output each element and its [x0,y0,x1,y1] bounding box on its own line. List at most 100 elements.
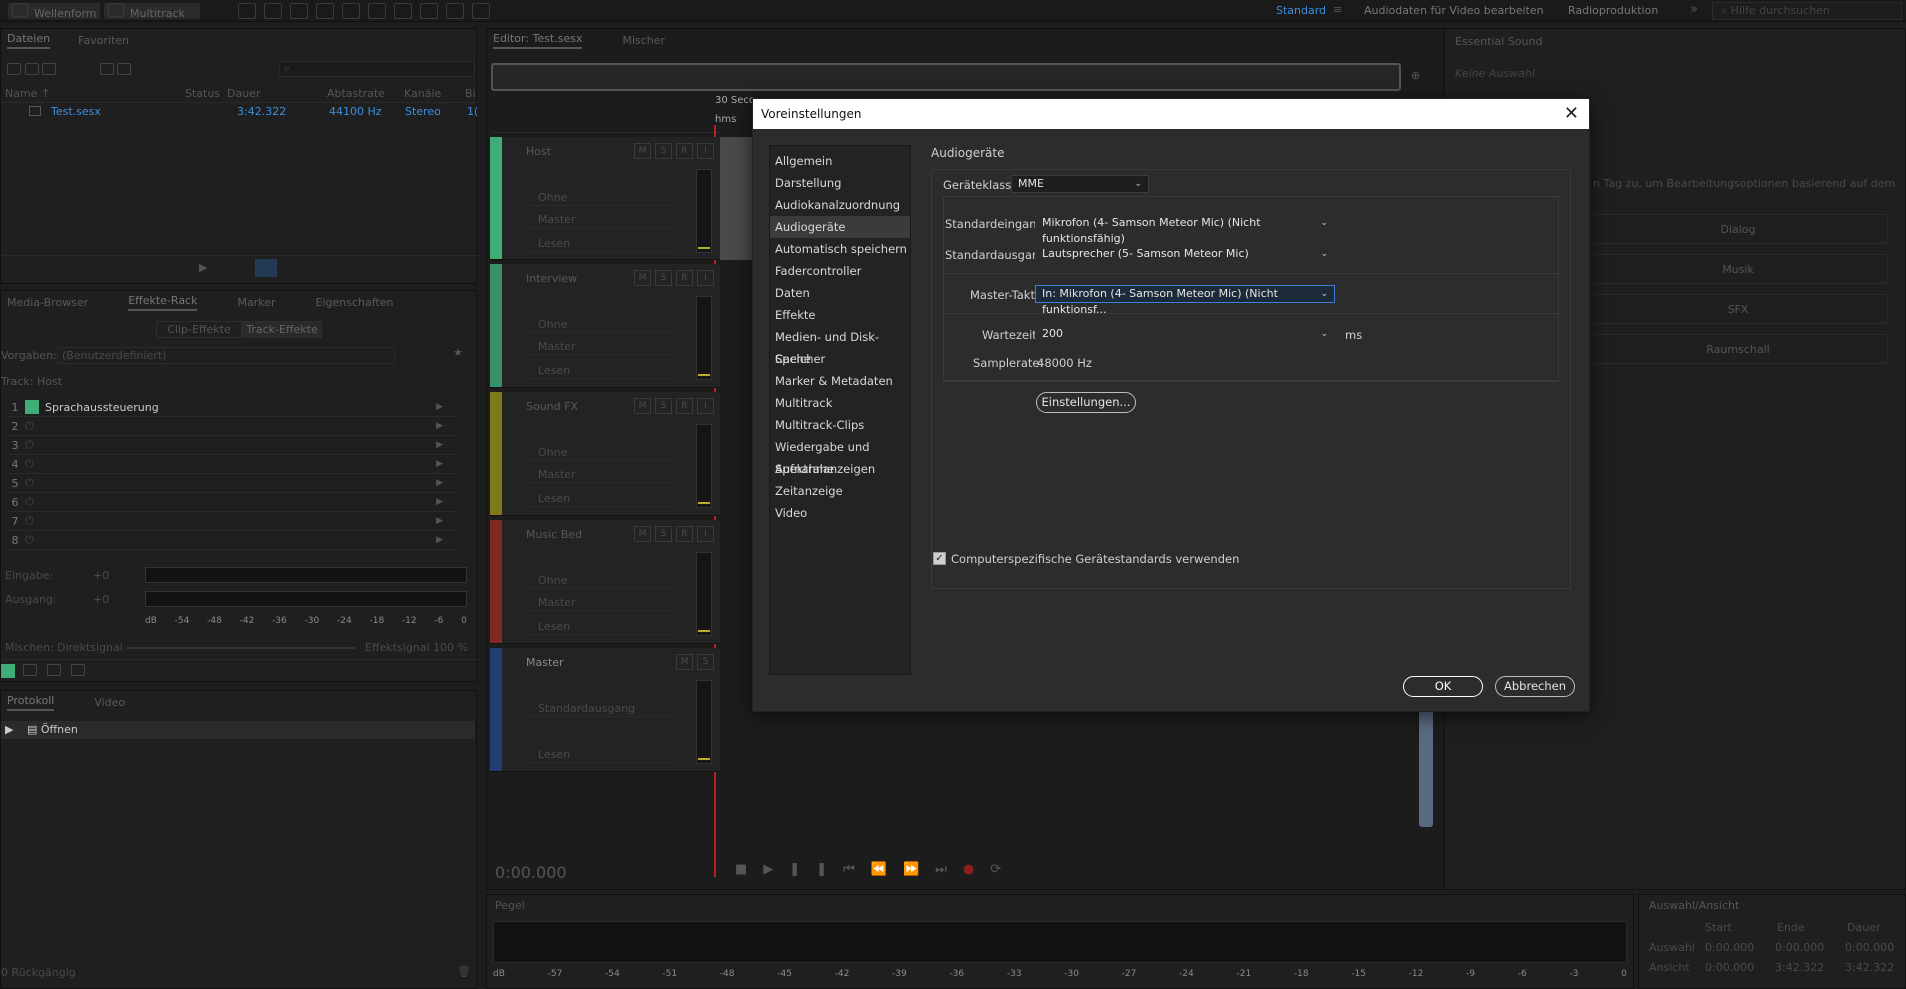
track-output[interactable]: Master [526,211,676,228]
track-output[interactable]: Master [526,594,676,611]
nav-audio-hardware[interactable]: Audiogeräte [770,216,910,238]
tab-media-browser[interactable]: Media-Browser [7,296,88,309]
power-icon[interactable]: ⏻ [25,533,34,547]
mute-button[interactable]: M [634,398,651,414]
tab-mixer[interactable]: Mischer [622,34,665,47]
marquee-icon[interactable] [394,3,412,19]
power-icon[interactable]: ⏻ [25,438,34,452]
import-icon[interactable] [24,63,39,75]
workspace-video[interactable]: Audiodaten für Video bearbeiten [1364,4,1544,17]
nav-channel-mapping[interactable]: Audiokanalzuordnung [770,194,910,216]
rewind-icon[interactable]: ⏪ [871,862,903,877]
nav-playback-recording[interactable]: Wiedergabe und Aufnahme [770,436,910,476]
view-end[interactable]: 3:42.322 [1775,961,1824,974]
track-output[interactable]: Standardausgang [526,700,676,717]
workspace-standard[interactable]: Standard [1276,4,1326,17]
play-icon[interactable]: ▶ [763,862,789,877]
record-arm-button[interactable]: R [676,270,693,286]
record-icon[interactable]: ● [963,862,990,877]
selection-duration[interactable]: 0:00.000 [1845,941,1894,954]
col-name[interactable]: Name ↑ [5,87,50,100]
col-channels[interactable]: Kanäle [404,87,441,100]
automation-mode[interactable]: Lesen [526,235,676,252]
record-arm-button[interactable]: R [676,526,693,542]
slot-menu-icon[interactable]: ▶ [436,535,443,545]
apply-icon[interactable] [47,664,61,676]
trash-icon[interactable] [117,63,131,75]
tool-icon[interactable] [238,3,256,19]
nav-spectral-displays[interactable]: Spektralanzeigen [770,458,910,480]
mute-button[interactable]: M [634,526,651,542]
ok-button[interactable]: OK [1403,676,1483,697]
slot-menu-icon[interactable]: ▶ [436,516,443,526]
record-arm-button[interactable]: R [676,143,693,159]
to-start-icon[interactable]: ⏮ [843,862,871,877]
mute-button[interactable]: M [634,270,651,286]
effect-slot[interactable]: 4 ⏻ ▶ [5,455,457,474]
tab-history[interactable]: Protokoll [7,694,55,711]
slot-menu-icon[interactable]: ▶ [436,402,443,412]
pause-icon[interactable]: ❚❚ [789,862,843,877]
record-arm-button[interactable]: R [676,398,693,414]
monitor-button[interactable]: I [697,526,714,542]
move-tool-icon[interactable] [290,3,308,19]
selection-end[interactable]: 0:00.000 [1775,941,1824,954]
nav-multitrack[interactable]: Multitrack [770,392,910,414]
vertical-scrollbar[interactable] [1419,697,1433,827]
insert-icon[interactable] [99,63,114,75]
lasso-icon[interactable] [420,3,438,19]
effect-slot[interactable]: 6 ⏻ ▶ [5,493,457,512]
view-tab-waveform[interactable]: Wellenform [8,3,100,20]
file-row[interactable]: Test.sesx 3:42.322 44100 Hz Stereo 1( [1,105,478,121]
device-class-dropdown[interactable]: MME ⌄ [1011,175,1149,193]
tab-video[interactable]: Video [94,696,125,709]
default-input-dropdown[interactable]: Mikrofon (4- Samson Meteor Mic) (Nicht f… [1035,214,1335,245]
ambience-button[interactable]: Raumschall [1588,334,1888,364]
track-interview[interactable]: Interview MSRI Ohne Master Lesen [490,264,720,388]
output-gain[interactable]: +0 [93,593,109,606]
track-music-bed[interactable]: Music Bed MSRI Ohne Master Lesen [490,520,720,644]
default-output-dropdown[interactable]: Lautsprecher (5- Samson Meteor Mic) ⌄ [1035,245,1335,263]
nav-media-cache[interactable]: Medien- und Disk-Cache [770,326,910,366]
monitor-button[interactable]: I [697,270,714,286]
nav-general[interactable]: Allgemein [770,150,910,172]
slot-menu-icon[interactable]: ▶ [436,497,443,507]
healing-icon[interactable] [472,3,490,19]
solo-button[interactable]: S [697,654,714,670]
effect-slot[interactable]: 2 ⏻ ▶ [5,417,457,436]
music-button[interactable]: Musik [1588,254,1888,284]
nav-control-surface[interactable]: Fadercontroller [770,260,910,282]
track-output[interactable]: Master [526,466,676,483]
nav-memory[interactable]: Speicher [770,348,910,370]
track-output[interactable]: Master [526,338,676,355]
list-icon[interactable] [23,664,37,676]
autoplay-icon[interactable] [255,259,277,277]
track-effects-tab[interactable]: Track-Effekte [242,321,322,338]
power-icon[interactable]: ⏻ [25,476,34,490]
forward-icon[interactable]: ⏩ [903,862,935,877]
brush-icon[interactable] [446,3,464,19]
slip-tool-icon[interactable] [342,3,360,19]
col-bits[interactable]: Bi [465,87,476,100]
master-clock-dropdown[interactable]: In: Mikrofon (4- Samson Meteor Mic) (Nic… [1035,285,1335,316]
workspace-radio[interactable]: Radioproduktion [1568,4,1658,17]
track-sound-fx[interactable]: Sound FX MSRI Ohne Master Lesen [490,392,720,516]
track-host[interactable]: Host MSRI Ohne Master Lesen [490,137,720,260]
bolt-icon[interactable] [71,664,85,676]
tab-marker[interactable]: Marker [237,296,275,309]
selection-start[interactable]: 0:00.000 [1705,941,1754,954]
nav-multitrack-clips[interactable]: Multitrack-Clips [770,414,910,436]
to-end-icon[interactable]: ⏭ [935,862,963,877]
tool-icon[interactable] [264,3,282,19]
checkbox[interactable]: ✓ [933,552,946,565]
nav-effects[interactable]: Effekte [770,304,910,326]
settings-button[interactable]: Einstellungen... [1036,392,1136,413]
col-duration[interactable]: Dauer [227,87,260,100]
effect-slot[interactable]: 3 ⏻ ▶ [5,436,457,455]
mix-slider[interactable] [127,647,355,649]
new-file-icon[interactable] [42,63,56,75]
monitor-button[interactable]: I [697,143,714,159]
solo-button[interactable]: S [655,398,672,414]
zoom-icon[interactable]: ⊕ [1411,69,1420,82]
more-workspaces-icon[interactable]: » [1690,2,1698,17]
